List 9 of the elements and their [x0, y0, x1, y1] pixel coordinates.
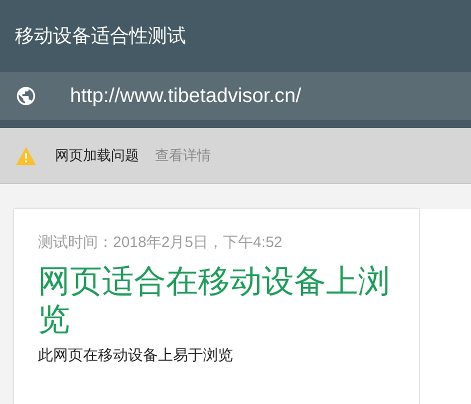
- result-headline: 网页适合在移动设备上浏览: [38, 262, 391, 338]
- result-description: 此网页在移动设备上易于浏览: [38, 346, 234, 365]
- test-time: 测试时间：2018年2月5日，下午4:52: [38, 233, 284, 252]
- details-link[interactable]: 查看详情: [155, 146, 211, 164]
- url-text: http://www.tibetadvisor.cn/: [70, 84, 302, 108]
- warning-message: 网页加载问题: [55, 146, 139, 164]
- app-title: 移动设备适合性测试: [15, 25, 186, 49]
- globe-icon: [15, 85, 37, 107]
- warning-icon: [15, 146, 37, 166]
